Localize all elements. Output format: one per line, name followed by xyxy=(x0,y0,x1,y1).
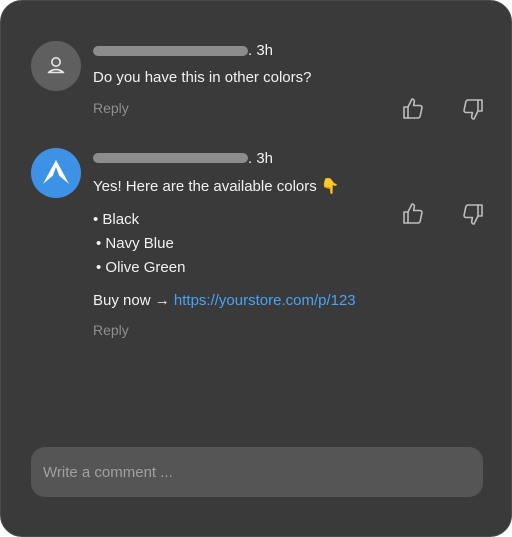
pointing-down-emoji: 👇 xyxy=(320,178,340,195)
thumbs-up-icon[interactable] xyxy=(401,97,425,121)
buy-now-label: Buy now xyxy=(93,292,151,309)
avatar xyxy=(31,148,81,198)
thumbs-down-icon[interactable] xyxy=(461,97,485,121)
buy-now-line: Buy now → https://yourstore.com/p/123 xyxy=(93,292,356,309)
color-option: • Black xyxy=(93,211,140,228)
product-link[interactable]: https://yourstore.com/p/123 xyxy=(174,292,356,309)
arrow-right-icon: → xyxy=(154,292,170,309)
reply-button[interactable]: Reply xyxy=(93,322,129,338)
color-option: • Olive Green xyxy=(96,259,186,276)
comments-panel: . 3h Do you have this in other colors? R… xyxy=(0,0,512,537)
color-option: • Navy Blue xyxy=(96,235,174,252)
comment-text: Yes! Here are the available colors 👇 xyxy=(93,177,340,195)
reply-intro: Yes! Here are the available colors xyxy=(93,178,317,195)
comment-time: . 3h xyxy=(248,150,274,167)
thumbs-down-icon[interactable] xyxy=(461,202,485,226)
comment-input[interactable] xyxy=(31,447,483,497)
avatar xyxy=(31,41,81,91)
comment-time: . 3h xyxy=(248,42,274,59)
user-icon xyxy=(47,56,65,74)
author-name-placeholder xyxy=(93,46,248,56)
brand-logo-icon xyxy=(43,160,69,184)
reply-button[interactable]: Reply xyxy=(93,100,129,116)
thumbs-up-icon[interactable] xyxy=(401,202,425,226)
author-name-placeholder xyxy=(93,153,248,163)
comment-text: Do you have this in other colors? xyxy=(93,69,312,86)
